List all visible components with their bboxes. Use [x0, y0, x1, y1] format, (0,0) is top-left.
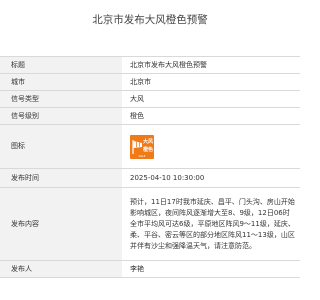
city-value: 北京市: [122, 73, 300, 91]
table-row-title: 标题 北京市发布大风橙色预警: [0, 56, 300, 74]
gale-orange-warning-icon: 大风 橙色 GALE: [130, 134, 154, 159]
publisher-label: 发布人: [0, 260, 122, 278]
publish-time-label: 发布时间: [0, 168, 122, 188]
wind-sock-icon: [132, 139, 142, 154]
content-text: 预计，11日17时我市延庆、昌平、门头沟、房山开始 影响城区，夜间阵风逐渐增大至…: [130, 197, 300, 252]
page-title: 北京市发布大风橙色预警: [92, 14, 208, 26]
warning-detail-table: 标题 北京市发布大风橙色预警 城市 北京市 信号类型 大风 信号级别 橙色 图标: [0, 56, 300, 278]
title-value: 北京市发布大风橙色预警: [122, 56, 300, 74]
signal-type-value: 大风: [122, 90, 300, 108]
content-label: 发布内容: [0, 187, 122, 261]
content-line: 影响城区，夜间阵风逐渐增大至8、9级，12日06时: [130, 208, 290, 217]
publish-time-value: 2025-04-10 10:30:00: [122, 168, 300, 188]
title-label: 标题: [0, 56, 122, 74]
table-row-content: 发布内容 预计，11日17时我市延庆、昌平、门头沟、房山开始 影响城区，夜间阵风…: [0, 187, 300, 261]
table-row-icon: 图标 大风 橙色 GALE: [0, 124, 300, 169]
table-row-publish-time: 发布时间 2025-04-10 10:30:00: [0, 168, 300, 188]
icon-bottom-text: 橙色: [143, 146, 154, 153]
icon-top-text: 大风: [143, 138, 154, 145]
signal-level-value: 橙色: [122, 107, 300, 125]
content-line: 预计，11日17时我市延庆、昌平、门头沟、房山开始: [130, 197, 295, 206]
publisher-value: 李艳: [122, 260, 300, 278]
table-row-city: 城市 北京市: [0, 73, 300, 91]
signal-type-label: 信号类型: [0, 90, 122, 108]
signal-level-label: 信号级别: [0, 107, 122, 125]
content-line: 并伴有沙尘和强降温天气，请注意防范。: [130, 241, 256, 250]
table-row-signal-type: 信号类型 大风: [0, 90, 300, 108]
icon-en-text: GALE: [138, 154, 146, 158]
icon-label: 图标: [0, 124, 122, 169]
city-label: 城市: [0, 73, 122, 91]
content-value-cell: 预计，11日17时我市延庆、昌平、门头沟、房山开始 影响城区，夜间阵风逐渐增大至…: [122, 187, 300, 261]
table-row-publisher: 发布人 李艳: [0, 260, 300, 278]
table-row-signal-level: 信号级别 橙色: [0, 107, 300, 125]
content-line: 柔、平谷、密云等区的部分地区阵风11～13级，山区: [130, 230, 295, 239]
icon-value-cell: 大风 橙色 GALE: [122, 124, 300, 169]
content-line: 全市平均风可达6级，平原地区阵风9～11级，延庆、: [130, 219, 295, 228]
